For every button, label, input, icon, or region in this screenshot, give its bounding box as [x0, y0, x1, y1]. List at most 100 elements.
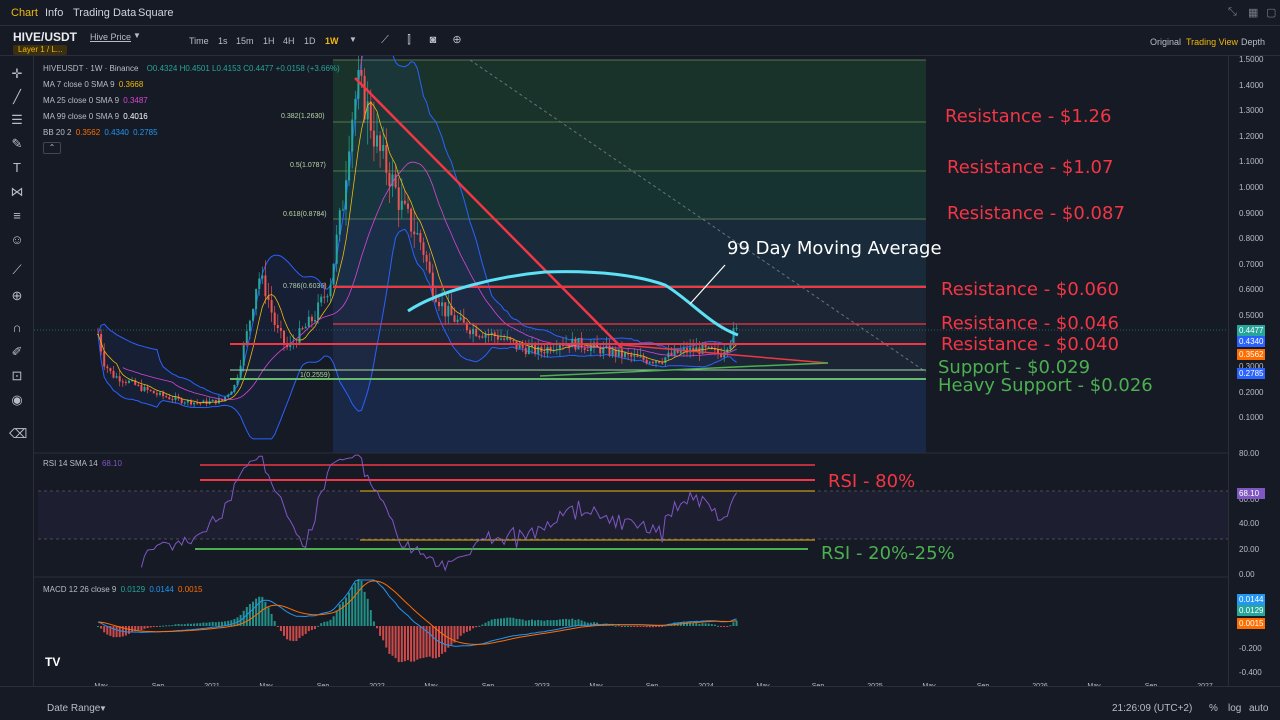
zoom-icon[interactable]: ⊕ [9, 288, 25, 304]
legend-ma99[interactable]: MA 99 close 0 SMA 9 0.4016 [43, 112, 148, 121]
tab-square[interactable]: Square [138, 7, 173, 19]
legend-ma7[interactable]: MA 7 close 0 SMA 9 0.3668 [43, 80, 143, 89]
legend-bb[interactable]: BB 20 2 0.3562 0.4340 0.2785 [43, 128, 158, 137]
tab-trading-data[interactable]: Trading Data [73, 7, 136, 19]
candle-body [307, 316, 310, 327]
pair-symbol[interactable]: HIVE/USDT [13, 30, 77, 44]
top-navigation: Chart Info Trading Data Square ⤡ ▦ ▢ [0, 0, 1280, 26]
timeframe-1w[interactable]: 1W [325, 36, 339, 46]
macd-bar [233, 618, 236, 626]
macd-bar [416, 626, 419, 660]
tradingview-logo[interactable]: TV [45, 655, 60, 669]
drawing-toolbar: ✛ ╱ ☰ ✎ T ⋈ ≡ ☺ ⟋ ⊕ ∩ ✐ ⊡ ◉ ⌫ ◇ [0, 56, 34, 699]
timeframe-1h[interactable]: 1H [263, 36, 275, 46]
pattern-icon[interactable]: ⋈ [9, 184, 25, 200]
indicator-icon[interactable]: ⟋ [379, 34, 391, 46]
macd-bar [614, 625, 617, 627]
candle-body [589, 346, 592, 351]
price-tick: 0.7000 [1239, 259, 1264, 269]
trash-icon[interactable]: ⌫ [9, 426, 27, 442]
legend-title: HIVEUSDT · 1W · Binance [43, 64, 139, 73]
collapse-icon[interactable]: ⤡ [1228, 6, 1240, 18]
magnet-icon[interactable]: ∩ [9, 320, 25, 336]
timeframe-1s[interactable]: 1s [218, 36, 228, 46]
pen-lock-icon[interactable]: ✐ [9, 344, 25, 360]
horizontal-lines-icon[interactable]: ☰ [9, 112, 25, 128]
legend-rsi[interactable]: RSI 14 SMA 14 68.10 [43, 459, 122, 468]
add-icon[interactable]: ⊕ [451, 34, 463, 46]
emoji-icon[interactable]: ☺ [9, 232, 25, 248]
legend-ma25[interactable]: MA 25 close 0 SMA 9 0.3487 [43, 96, 148, 105]
ruler-icon[interactable]: ⟋ [9, 262, 25, 278]
candle-body [357, 70, 360, 99]
log-toggle[interactable]: log [1228, 703, 1241, 714]
macd-bar [394, 626, 397, 659]
candle-body [422, 242, 425, 255]
timeframe-4h[interactable]: 4H [283, 36, 295, 46]
timeframe-1d[interactable]: 1D [304, 36, 316, 46]
candle-body [543, 352, 546, 354]
macd-bar [270, 613, 273, 626]
crosshair-icon[interactable]: ✛ [9, 66, 25, 82]
macd-bar [152, 626, 155, 628]
candle-body [413, 231, 416, 235]
candle-body [407, 203, 409, 209]
timeframe-15m[interactable]: 15m [236, 36, 254, 46]
fib-icon[interactable]: ≡ [9, 208, 25, 224]
macd-bar [221, 621, 223, 626]
annotation-resistance-0060: Resistance - $0.060 [941, 279, 1119, 300]
macd-bar [273, 621, 276, 626]
macd-bar [450, 626, 453, 645]
candle-body [168, 397, 171, 400]
macd-bar [310, 626, 313, 630]
price-tick: 1.3000 [1239, 106, 1264, 116]
macd-bar [558, 619, 561, 626]
price-axis[interactable]: 1.5000 1.4000 1.3000 1.2000 1.1000 1.0000 0.90… [1228, 55, 1280, 686]
clock-label: 21:26:09 (UTC+2) [1112, 703, 1193, 714]
chevron-down-icon[interactable]: ▼ [99, 704, 107, 713]
candle-body [128, 380, 130, 383]
rsi-band [38, 491, 1228, 539]
legend-collapse-button[interactable]: ⌃ [43, 142, 61, 154]
window-icon[interactable]: ▢ [1266, 6, 1278, 19]
candle-body [558, 344, 561, 350]
macd-bar [258, 596, 261, 626]
macd-bar [732, 622, 735, 626]
view-original[interactable]: Original [1150, 37, 1181, 47]
auto-toggle[interactable]: auto [1249, 703, 1268, 714]
macd-bar [217, 621, 220, 626]
percent-toggle[interactable]: % [1209, 703, 1218, 714]
pair-price-link[interactable]: Hive Price [90, 32, 131, 42]
eye-icon[interactable]: ◉ [9, 392, 25, 408]
category-badge[interactable]: Layer 1 / L... [13, 45, 68, 55]
timeframe-time[interactable]: Time [189, 36, 209, 46]
legend-macd[interactable]: MACD 12 26 close 9 0.0129 0.0144 0.0015 [43, 585, 202, 594]
grid-layout-icon[interactable]: ▦ [1248, 6, 1260, 19]
trendline-icon[interactable]: ╱ [9, 89, 25, 105]
macd-bar [286, 626, 289, 640]
candle-body [338, 210, 341, 235]
view-trading-view[interactable]: Trading View [1186, 37, 1238, 47]
bb-label: BB 20 2 [43, 128, 72, 137]
text-icon[interactable]: T [9, 160, 25, 176]
chevron-down-icon[interactable]: ▼ [133, 31, 141, 40]
view-depth[interactable]: Depth [1241, 37, 1265, 47]
camera-icon[interactable]: ◙ [427, 34, 439, 46]
tab-info[interactable]: Info [45, 7, 63, 19]
macd-bar [112, 626, 115, 638]
candle-body [214, 399, 217, 404]
candle-body [332, 263, 335, 285]
more-timeframes-icon[interactable]: ▼ [347, 34, 359, 46]
macd-bar [332, 616, 335, 626]
macd-bar [196, 623, 199, 626]
macd-bar [372, 621, 375, 626]
candle-body [633, 355, 636, 357]
pencil-icon[interactable]: ✎ [9, 136, 25, 152]
macd-bar [397, 626, 400, 663]
macd-bar [329, 619, 332, 626]
tab-chart[interactable]: Chart [11, 7, 38, 19]
lock-icon[interactable]: ⊡ [9, 368, 25, 384]
macd-bar [100, 626, 103, 629]
candles-icon[interactable]: ⫿ [403, 34, 415, 46]
date-range-button[interactable]: Date Range [47, 703, 100, 714]
